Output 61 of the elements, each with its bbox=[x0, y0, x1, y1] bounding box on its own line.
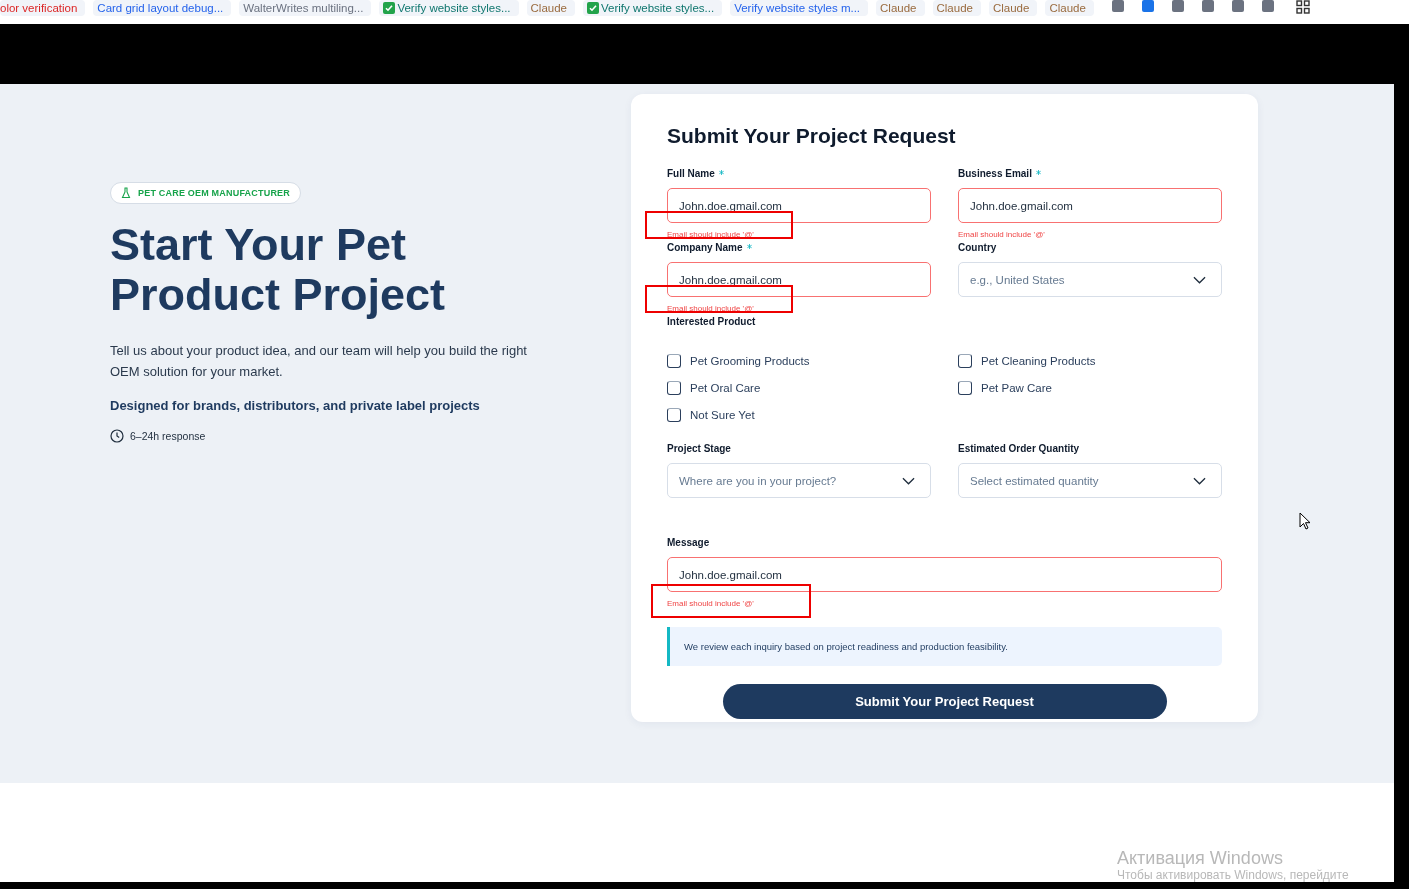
form-title: Submit Your Project Request bbox=[667, 124, 957, 148]
checkbox-option[interactable]: Not Sure Yet bbox=[667, 405, 958, 424]
bookmark-tab[interactable]: Claude bbox=[988, 0, 1038, 16]
clock-icon bbox=[110, 429, 124, 443]
input-field[interactable]: John.doe.gmail.com bbox=[667, 188, 931, 223]
checkbox-option[interactable]: Pet Grooming Products bbox=[667, 351, 958, 370]
input-field[interactable]: John.doe.gmail.com bbox=[667, 262, 931, 297]
chevron-down-icon bbox=[902, 476, 915, 485]
info-note: We review each inquiry based on project readiness and production feasibility. bbox=[667, 627, 1222, 666]
hero-title: Start Your Pet Product Project bbox=[110, 220, 447, 320]
flask-icon bbox=[121, 187, 131, 199]
input-field[interactable]: John.doe.gmail.com bbox=[958, 188, 1222, 223]
bookmark-tab[interactable]: Claude bbox=[1045, 0, 1094, 16]
checkbox[interactable] bbox=[667, 380, 681, 395]
error-message: Email should include '@' bbox=[958, 230, 1045, 239]
cursor-icon bbox=[1299, 512, 1311, 530]
apps-grid-icon[interactable] bbox=[1295, 0, 1310, 14]
field-label: Message bbox=[667, 537, 710, 548]
badge-text: PET CARE OEM MANUFACTURER bbox=[138, 188, 290, 198]
checkbox-option[interactable]: Pet Paw Care bbox=[958, 378, 1222, 397]
field-label: Estimated Order Quantity bbox=[958, 443, 1080, 454]
select-field[interactable]: e.g., United States bbox=[958, 262, 1222, 297]
extension-icon[interactable] bbox=[1201, 0, 1214, 12]
checkbox[interactable] bbox=[958, 353, 972, 368]
bookmark-tab[interactable]: olor verification bbox=[0, 0, 86, 16]
checkbox-option[interactable]: Pet Cleaning Products bbox=[958, 351, 1222, 370]
input-field[interactable]: John.doe.gmail.com bbox=[667, 557, 1222, 592]
extension-icon[interactable] bbox=[1261, 0, 1274, 12]
bookmark-tab[interactable]: Card grid layout debug... bbox=[93, 0, 232, 16]
bookmark-tab[interactable]: WalterWrites multiling... bbox=[239, 0, 372, 16]
extension-icon[interactable] bbox=[1171, 0, 1184, 12]
field-label: Project Stage bbox=[667, 443, 731, 454]
checkbox[interactable] bbox=[667, 353, 681, 368]
tagline: Designed for brands, distributors, and private label projects bbox=[110, 398, 481, 413]
bookmark-tab[interactable]: Claude bbox=[932, 0, 981, 16]
extension-icon[interactable] bbox=[1141, 0, 1154, 12]
select-field[interactable]: Select estimated quantity bbox=[958, 463, 1222, 498]
intro-text: Tell us about your product idea, and our team will help you build the right OEM solution for your market. bbox=[110, 342, 528, 381]
activation-notice-title: Активация Windows bbox=[1117, 847, 1284, 869]
bookmark-tab[interactable]: Verify website styles m... bbox=[730, 0, 869, 16]
chevron-down-icon bbox=[1193, 476, 1206, 485]
checkbox[interactable] bbox=[958, 380, 972, 395]
response-time: 6–24h response bbox=[130, 430, 206, 442]
field-label: Full Name bbox=[667, 168, 715, 179]
bookmark-tab[interactable]: Claude bbox=[526, 0, 575, 16]
field-label: Business Email bbox=[958, 168, 1032, 179]
chevron-down-icon bbox=[1193, 275, 1206, 284]
checkbox[interactable] bbox=[667, 407, 681, 422]
field-label: Company Name bbox=[667, 242, 743, 253]
field-label: Country bbox=[958, 242, 997, 253]
submit-button[interactable]: Submit Your Project Request bbox=[722, 684, 1167, 719]
extension-icon[interactable] bbox=[1231, 0, 1244, 12]
bookmark-tab[interactable]: Verify website styles... bbox=[583, 0, 723, 16]
select-field[interactable]: Where are you in your project? bbox=[667, 463, 931, 498]
field-label: Interested Product bbox=[667, 316, 756, 327]
error-message: Email should include '@' bbox=[667, 599, 754, 608]
activation-notice-text: Чтобы активировать Windows, перейдите bbox=[1117, 869, 1350, 882]
checkbox-option[interactable]: Pet Oral Care bbox=[667, 378, 958, 397]
bookmark-tab[interactable]: Claude bbox=[876, 0, 925, 16]
extension-icon[interactable] bbox=[1111, 0, 1124, 12]
bookmark-tab[interactable]: Verify website styles... bbox=[379, 0, 519, 16]
